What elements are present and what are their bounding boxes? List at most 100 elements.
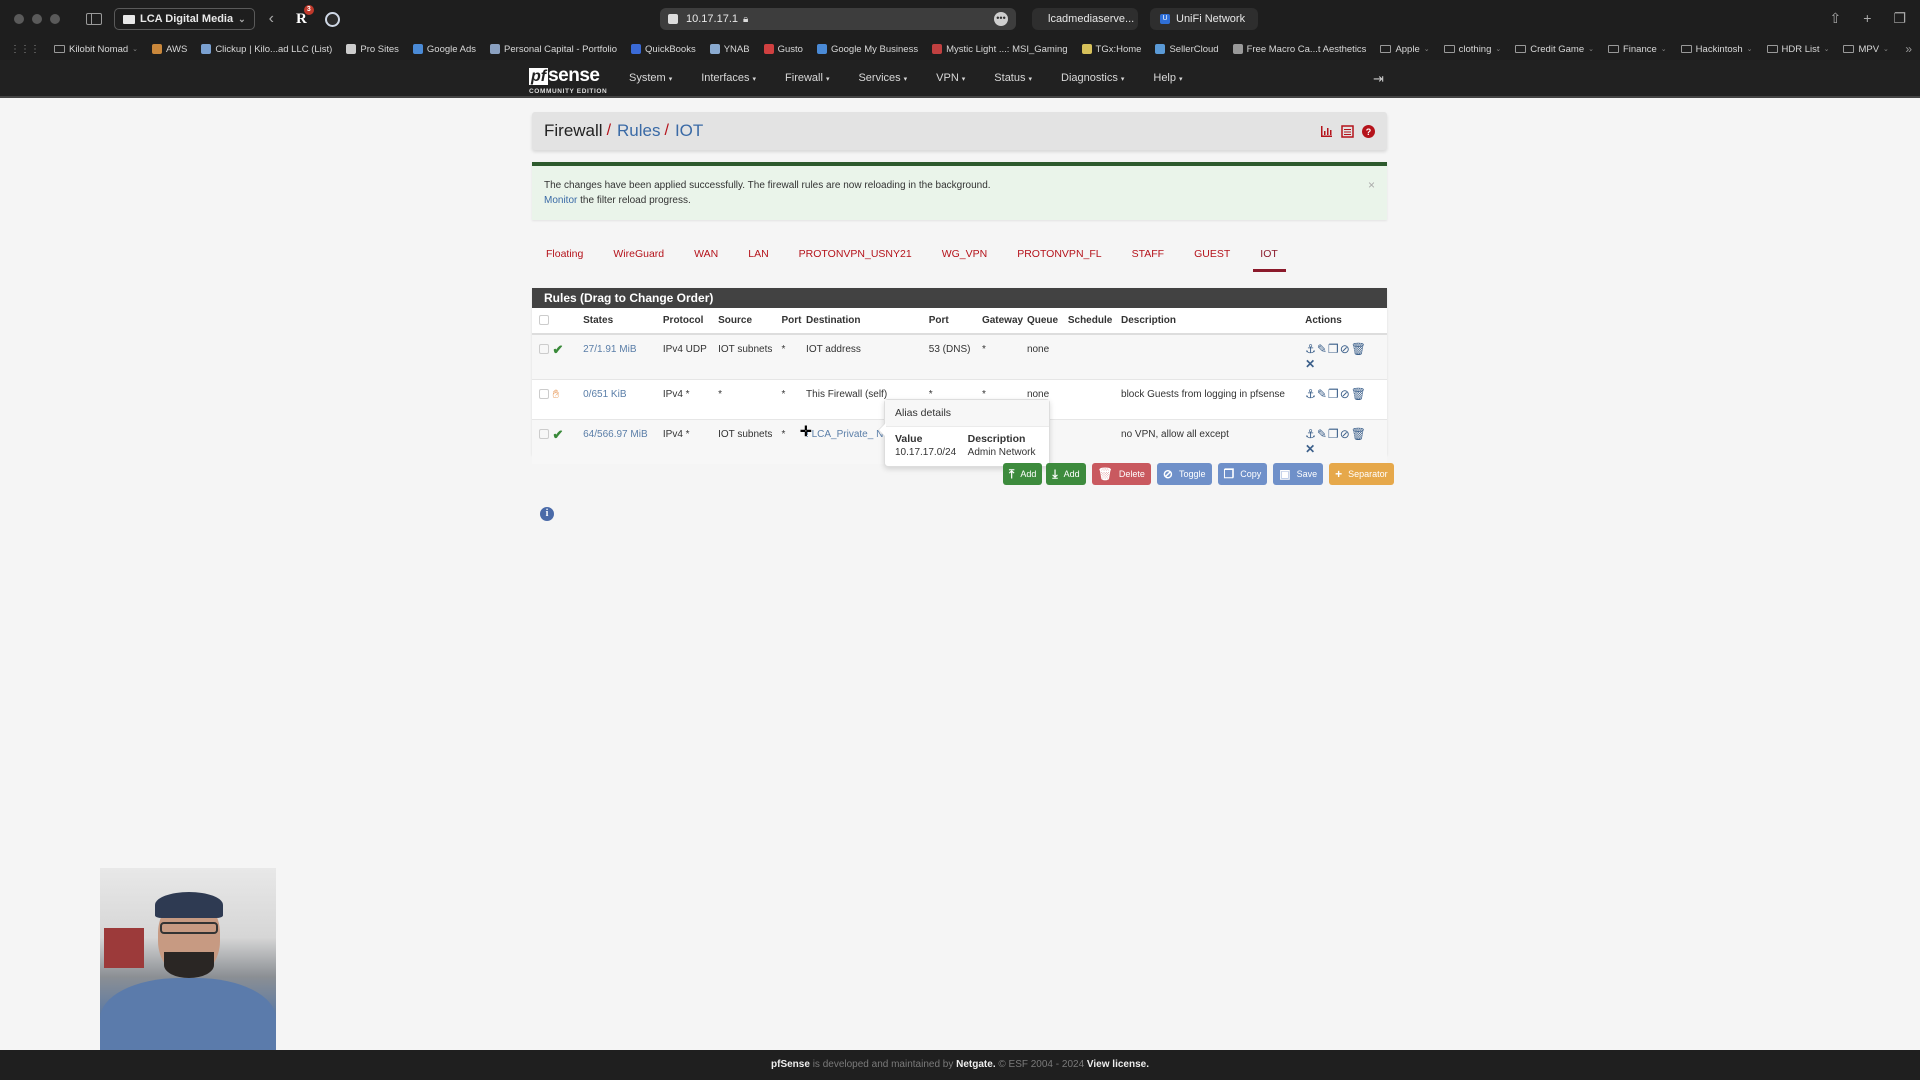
bookmark-item[interactable]: Personal Capital - Portfolio [490, 44, 617, 55]
close-alert-button[interactable]: × [1368, 178, 1375, 192]
bookmark-item[interactable]: Finance ⌄ [1607, 44, 1667, 55]
menu-services[interactable]: Services ▾ [858, 72, 907, 84]
bookmark-item[interactable]: Gusto [763, 44, 803, 55]
add-rule-bottom-button[interactable]: ⤓ Add [1046, 463, 1086, 485]
anchor-icon[interactable]: ⚓︎ [1305, 427, 1317, 441]
remove-state-icon[interactable]: ✕ [1305, 442, 1387, 457]
block-hand-icon[interactable]: ✋︎ [552, 387, 559, 401]
save-button[interactable]: ▣ Save [1273, 463, 1324, 485]
copy-button[interactable]: ❐ Copy [1217, 463, 1268, 485]
new-tab-icon[interactable]: + [1863, 10, 1871, 27]
maximize-window-button[interactable] [50, 14, 60, 24]
copy-icon[interactable]: ❐ [1328, 342, 1340, 356]
pass-check-icon[interactable]: ✔ [552, 427, 563, 442]
states-cell[interactable]: 64/566.97 MiB [583, 419, 663, 464]
browser-tab[interactable]: lcadmediaserve... [1032, 8, 1138, 30]
tab-floating[interactable]: Floating [546, 242, 583, 272]
add-rule-top-button[interactable]: ⤒ Add [1003, 463, 1043, 485]
pass-check-icon[interactable]: ✔ [552, 342, 563, 357]
menu-help[interactable]: Help ▾ [1153, 72, 1182, 84]
bookmark-item[interactable]: Google My Business [816, 44, 918, 55]
breadcrumb-rules[interactable]: Rules [617, 121, 660, 141]
bookmark-item[interactable]: TGx:Home [1081, 44, 1141, 55]
netgate-link[interactable]: Netgate. [956, 1059, 995, 1070]
address-bar[interactable]: 10.17.17.1 🔒︎ ••• [660, 8, 1016, 30]
bookmark-item[interactable]: clothing ⌄ [1443, 44, 1501, 55]
log-table-icon[interactable] [1341, 123, 1354, 138]
logout-icon[interactable]: ⇥ [1373, 71, 1384, 87]
tab-iot[interactable]: IOT [1253, 242, 1286, 272]
edit-pencil-icon[interactable]: ✎ [1317, 427, 1328, 441]
extension-r-icon[interactable]: R3 [296, 4, 314, 28]
delete-trash-icon[interactable]: 🗑︎ [1351, 387, 1367, 401]
disable-icon[interactable]: ⊘ [1340, 387, 1351, 401]
delete-trash-icon[interactable]: 🗑︎ [1351, 427, 1367, 441]
anchor-icon[interactable]: ⚓︎ [1305, 342, 1317, 356]
pfsense-logo[interactable]: pf sense COMMUNITY EDITION [529, 65, 607, 95]
menu-status[interactable]: Status ▾ [994, 72, 1032, 84]
back-button[interactable]: ‹ [269, 10, 274, 28]
bookmark-item[interactable]: Credit Game ⌄ [1515, 44, 1594, 55]
rule-row[interactable]: ✔ 27/1.91 MiB IPv4 UDP IOT subnets * IOT addr… [532, 333, 1387, 380]
more-options-icon[interactable]: ••• [994, 12, 1008, 26]
chart-icon[interactable] [1320, 123, 1333, 137]
tab-protonvpn_usny21[interactable]: PROTONVPN_USNY21 [799, 242, 912, 272]
menu-vpn[interactable]: VPN ▾ [936, 72, 965, 84]
bookmark-item[interactable]: QuickBooks [631, 44, 696, 55]
tab-lan[interactable]: LAN [748, 242, 768, 272]
bookmark-item[interactable]: AWS [152, 44, 187, 55]
menu-firewall[interactable]: Firewall ▾ [785, 72, 829, 84]
browser-tab[interactable]: U UniFi Network [1150, 8, 1258, 30]
bookmark-item[interactable]: HDR List ⌄ [1766, 44, 1829, 55]
bookmark-item[interactable]: Kilobit Nomad ⌄ [54, 44, 138, 55]
apps-grid-icon[interactable]: ⋮⋮⋮ [10, 44, 40, 55]
bookmark-item[interactable]: Free Macro Ca...t Aesthetics [1232, 44, 1366, 55]
menu-system[interactable]: System ▾ [629, 72, 672, 84]
states-cell[interactable]: 27/1.91 MiB [583, 333, 663, 380]
view-license-link[interactable]: View license. [1087, 1059, 1149, 1070]
row-checkbox[interactable] [539, 389, 549, 399]
anchor-icon[interactable]: ⚓︎ [1305, 387, 1317, 401]
separator-button[interactable]: + Separator [1329, 463, 1394, 485]
bookmark-item[interactable]: Clickup | Kilo...ad LLC (List) [201, 44, 332, 55]
bookmark-item[interactable]: YNAB [709, 44, 750, 55]
delete-button[interactable]: 🗑︎ Delete [1091, 463, 1151, 485]
tab-overview-icon[interactable]: ❐ [1893, 10, 1906, 27]
share-icon[interactable]: ⇧ [1830, 10, 1842, 27]
bookmark-item[interactable]: Mystic Light ...: MSI_Gaming [932, 44, 1068, 55]
toggle-button[interactable]: ⊘ Toggle [1156, 463, 1212, 485]
bookmark-item[interactable]: SellerCloud [1155, 44, 1219, 55]
monitor-link[interactable]: Monitor [544, 195, 577, 206]
extension-privacy-icon[interactable] [324, 11, 340, 27]
tab-protonvpn_fl[interactable]: PROTONVPN_FL [1017, 242, 1101, 272]
window-controls[interactable] [14, 14, 60, 24]
disable-icon[interactable]: ⊘ [1340, 342, 1351, 356]
tab-staff[interactable]: STAFF [1132, 242, 1164, 272]
select-all-checkbox[interactable] [539, 315, 549, 325]
bookmark-item[interactable]: Pro Sites [346, 44, 399, 55]
tab-wireguard[interactable]: WireGuard [613, 242, 664, 272]
help-icon[interactable]: ? [1362, 123, 1375, 138]
breadcrumb-iot[interactable]: IOT [675, 121, 703, 141]
delete-trash-icon[interactable]: 🗑︎ [1351, 342, 1367, 356]
remove-state-icon[interactable]: ✕ [1305, 357, 1387, 372]
edit-pencil-icon[interactable]: ✎ [1317, 342, 1328, 356]
menu-diagnostics[interactable]: Diagnostics ▾ [1061, 72, 1124, 84]
edit-pencil-icon[interactable]: ✎ [1317, 387, 1328, 401]
bookmark-item[interactable]: Apple ⌄ [1380, 44, 1430, 55]
bookmark-item[interactable]: MPV ⌄ [1843, 44, 1889, 55]
row-checkbox[interactable] [539, 429, 549, 439]
tab-wg_vpn[interactable]: WG_VPN [942, 242, 988, 272]
info-icon[interactable]: i [540, 507, 554, 521]
copy-icon[interactable]: ❐ [1328, 387, 1340, 401]
sidebar-toggle-icon[interactable] [86, 13, 102, 25]
bookmark-item[interactable]: Google Ads [412, 44, 476, 55]
states-cell[interactable]: 0/651 KiB [583, 379, 663, 420]
bookmark-item[interactable]: Hackintosh ⌄ [1680, 44, 1753, 55]
tab-guest[interactable]: GUEST [1194, 242, 1230, 272]
disable-icon[interactable]: ⊘ [1340, 427, 1351, 441]
tab-wan[interactable]: WAN [694, 242, 718, 272]
minimize-window-button[interactable] [32, 14, 42, 24]
copy-icon[interactable]: ❐ [1328, 427, 1340, 441]
more-bookmarks-icon[interactable]: » [1905, 42, 1912, 56]
